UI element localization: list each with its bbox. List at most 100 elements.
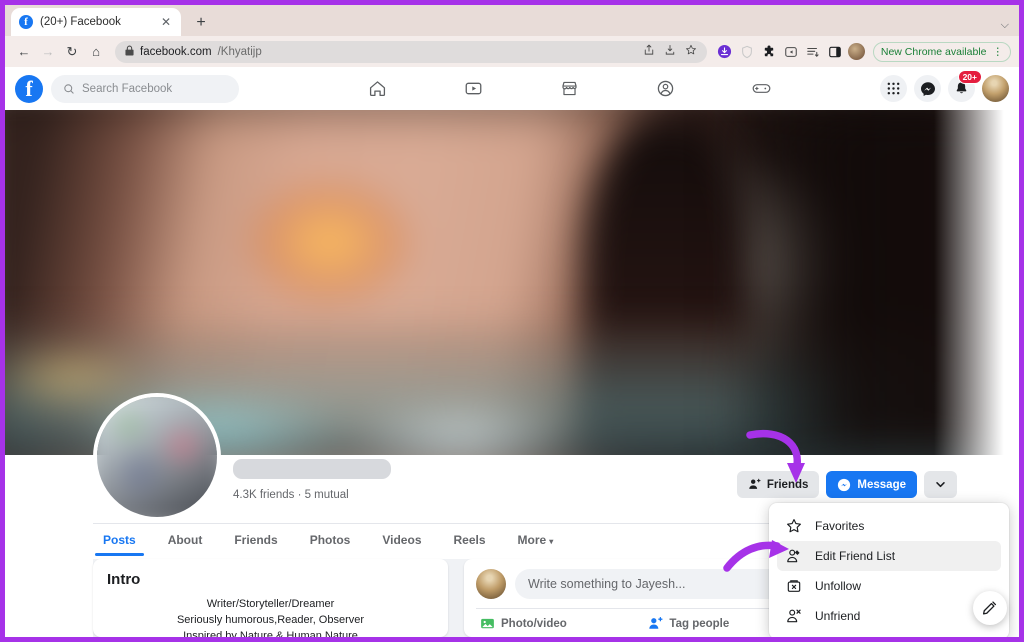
bell-icon[interactable]: 20+ xyxy=(948,70,982,102)
reading-list-icon[interactable] xyxy=(803,42,823,62)
friends-button-label: Friends xyxy=(766,478,809,491)
close-icon[interactable]: ✕ xyxy=(159,15,173,29)
tab-videos[interactable]: Videos xyxy=(372,525,431,556)
marketplace-icon[interactable] xyxy=(557,77,583,101)
friends-button[interactable]: Friends xyxy=(736,471,820,498)
facebook-icon: f xyxy=(19,15,33,29)
tab-more[interactable]: More ▾ xyxy=(508,525,564,556)
home-icon[interactable]: ⌂ xyxy=(85,41,107,63)
download-icon[interactable] xyxy=(664,44,676,59)
tab-label: Posts xyxy=(103,533,136,547)
messenger-icon xyxy=(838,478,851,491)
reload-icon[interactable]: ↻ xyxy=(61,41,83,63)
compose-icon xyxy=(982,600,996,615)
intro-card: Intro Writer/Storyteller/Dreamer Serious… xyxy=(93,559,448,637)
screencast-icon[interactable] xyxy=(781,42,801,62)
composer-action-label: Tag people xyxy=(669,617,730,630)
tag-people-button[interactable]: Tag people xyxy=(648,616,729,631)
gaming-icon[interactable] xyxy=(749,77,775,101)
menu-item-label: Edit Friend List xyxy=(815,549,896,563)
tab-title: (20+) Facebook xyxy=(40,16,121,28)
address-bar[interactable]: facebook.com/Khyatijp xyxy=(115,40,707,63)
intro-line: Writer/Storyteller/Dreamer xyxy=(206,598,335,610)
kebab-menu-icon[interactable]: ⋮ xyxy=(993,46,1004,58)
message-button[interactable]: Message xyxy=(826,471,917,498)
chevron-down-icon xyxy=(936,482,945,488)
search-placeholder: Search Facebook xyxy=(82,82,173,95)
tab-label: Friends xyxy=(234,533,278,547)
tab-reels[interactable]: Reels xyxy=(444,525,496,556)
star-icon xyxy=(785,518,803,534)
tab-label: Photos xyxy=(309,533,351,547)
facebook-nav-right: 20+ xyxy=(880,70,1009,102)
menu-item-label: Favorites xyxy=(815,519,865,533)
facebook-nav-tabs xyxy=(259,77,880,101)
user-avatar[interactable] xyxy=(982,75,1009,102)
forward-icon[interactable]: → xyxy=(37,41,59,63)
search-input[interactable]: Search Facebook xyxy=(51,74,239,103)
friends-icon xyxy=(749,478,761,489)
menu-item-edit-friend-list[interactable]: Edit Friend List xyxy=(777,541,1001,571)
profile-avatar[interactable] xyxy=(847,42,867,62)
unfollow-box-icon xyxy=(785,578,803,594)
tab-label: Reels xyxy=(453,533,486,547)
browser-toolbar: ← → ↻ ⌂ facebook.com/Khyatijp New Chrome… xyxy=(5,36,1019,67)
menu-item-unfollow[interactable]: Unfollow xyxy=(777,571,1001,601)
chevron-down-icon[interactable]: ⌵ xyxy=(1001,19,1009,32)
more-actions-button[interactable] xyxy=(924,471,957,498)
intro-line: Inspired by Nature & Human Nature xyxy=(183,629,358,642)
profile-name-redacted xyxy=(233,459,391,479)
composer-avatar xyxy=(476,569,506,599)
composer-action-label: Photo/video xyxy=(501,617,567,630)
shield-icon[interactable] xyxy=(737,42,757,62)
share-icon[interactable] xyxy=(643,44,655,59)
photo-icon xyxy=(481,618,494,629)
lock-icon xyxy=(125,45,134,58)
new-tab-button[interactable]: + xyxy=(191,15,211,31)
tab-friends[interactable]: Friends xyxy=(224,525,287,556)
tab-about[interactable]: About xyxy=(158,525,213,556)
chrome-update-pill[interactable]: New Chrome available ⋮ xyxy=(872,41,1011,62)
menu-item-label: Unfriend xyxy=(815,609,861,623)
profile-picture-image xyxy=(97,397,217,517)
intro-line: Seriously humorous,Reader, Observer xyxy=(176,613,365,626)
extension-purple-icon[interactable] xyxy=(715,42,735,62)
friend-count-text: 4.3K friends · 5 mutual xyxy=(233,489,349,501)
profile-action-buttons: Friends Message xyxy=(736,471,957,498)
back-icon[interactable]: ← xyxy=(13,41,35,63)
chevron-down-icon: ▾ xyxy=(549,537,554,546)
intro-title: Intro xyxy=(107,571,141,588)
url-host: facebook.com xyxy=(140,45,212,58)
bookmark-star-icon[interactable] xyxy=(685,44,697,59)
video-icon[interactable] xyxy=(461,77,487,101)
tab-posts[interactable]: Posts xyxy=(93,525,146,556)
unfriend-icon xyxy=(785,608,803,624)
menu-item-favorites[interactable]: Favorites xyxy=(777,511,1001,541)
edit-friend-icon xyxy=(785,548,803,564)
groups-icon[interactable] xyxy=(653,77,679,101)
messenger-icon[interactable] xyxy=(914,75,941,102)
grid-menu-icon[interactable] xyxy=(880,75,907,102)
compose-fab-button[interactable] xyxy=(973,591,1007,625)
browser-window: f (20+) Facebook ✕ + ⌵ ← → ↻ ⌂ facebook.… xyxy=(0,0,1024,642)
profile-picture[interactable] xyxy=(93,393,221,521)
puzzle-extension-icon[interactable] xyxy=(759,42,779,62)
side-panel-icon[interactable] xyxy=(825,42,845,62)
menu-item-unfriend[interactable]: Unfriend xyxy=(777,601,1001,631)
home-icon[interactable] xyxy=(365,77,391,101)
cover-photo-edge-fade xyxy=(934,110,1019,455)
chrome-update-label: New Chrome available xyxy=(880,45,987,58)
intro-bio: Writer/Storyteller/Dreamer Seriously hum… xyxy=(107,597,434,642)
browser-tab[interactable]: f (20+) Facebook ✕ xyxy=(11,8,181,36)
facebook-logo-icon[interactable]: f xyxy=(15,74,43,103)
friends-dropdown-menu: Favorites Edit Friend List Unfollow Unfr… xyxy=(769,503,1009,637)
tag-people-icon xyxy=(649,617,663,629)
tab-label: Videos xyxy=(382,533,422,547)
message-button-label: Message xyxy=(857,478,906,491)
composer-placeholder: Write something to Jayesh... xyxy=(528,577,686,591)
menu-item-label: Unfollow xyxy=(815,579,862,593)
notification-badge: 20+ xyxy=(957,70,982,84)
tab-label: More xyxy=(517,533,547,547)
tab-photos[interactable]: Photos xyxy=(300,525,361,556)
photo-video-button[interactable]: Photo/video xyxy=(480,616,567,631)
